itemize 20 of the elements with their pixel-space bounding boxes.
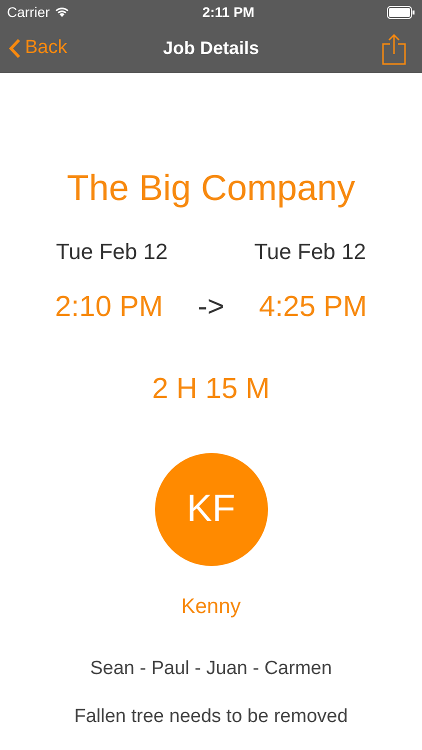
share-button[interactable]	[382, 32, 406, 64]
end-date: Tue Feb 12	[254, 238, 366, 266]
duration: 2 H 15 M	[152, 372, 270, 406]
lead-name: Kenny	[181, 594, 241, 620]
arrow-text: ->	[198, 290, 224, 325]
status-time: 2:11 PM	[202, 2, 254, 22]
start-time: 2:10 PM	[55, 290, 163, 325]
crew-names: Sean - Paul - Juan - Carmen	[90, 656, 332, 680]
wifi-icon	[54, 6, 70, 18]
job-description: Fallen tree needs to be removed	[74, 705, 348, 729]
carrier-label: Carrier	[7, 2, 50, 22]
share-icon	[382, 32, 406, 64]
start-date: Tue Feb 12	[56, 238, 168, 266]
nav-title: Job Details	[162, 37, 260, 60]
back-button[interactable]: Back	[8, 34, 68, 63]
battery-icon	[386, 6, 415, 18]
avatar-initials: KF	[186, 487, 236, 532]
company-name: The Big Company	[66, 166, 356, 210]
end-time: 4:25 PM	[259, 290, 367, 325]
chevron-left-icon	[8, 38, 21, 59]
